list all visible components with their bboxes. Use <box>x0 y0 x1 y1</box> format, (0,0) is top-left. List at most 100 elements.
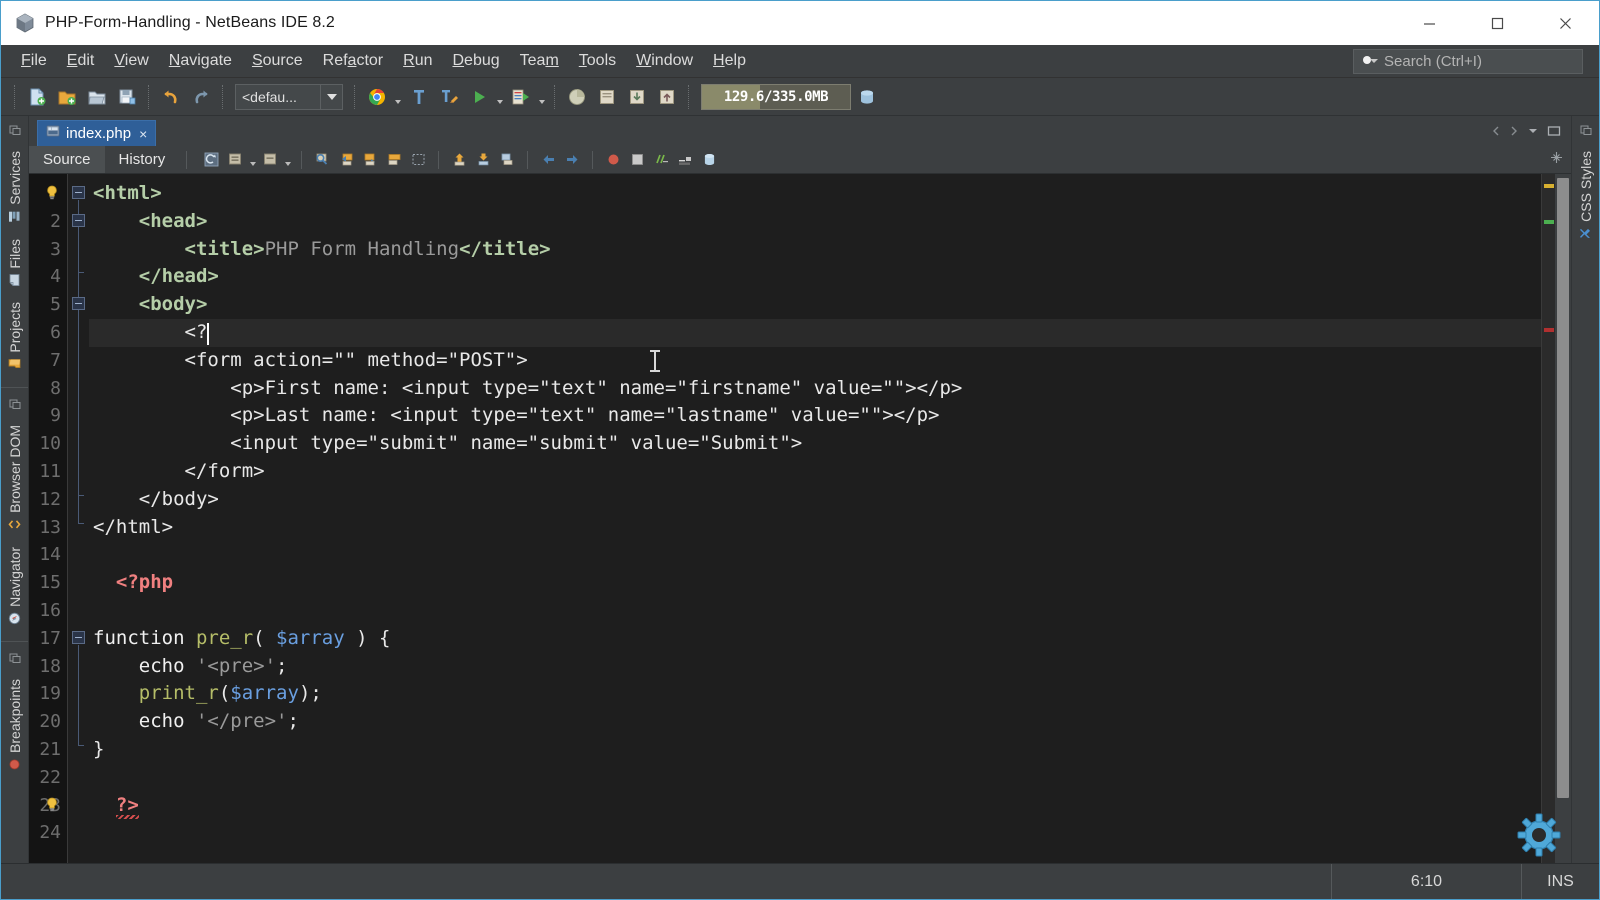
menu-refactor[interactable]: Refactor <box>313 48 393 74</box>
grid-icon[interactable] <box>1550 151 1563 169</box>
toggle-rect-selection-icon[interactable] <box>224 149 246 171</box>
rail-tab-navigator[interactable]: Navigator <box>4 539 26 633</box>
previous-bookmark-icon[interactable] <box>335 149 357 171</box>
code-folding-column[interactable] <box>67 174 89 863</box>
close-button[interactable] <box>1531 1 1599 45</box>
new-project-button[interactable] <box>53 83 81 111</box>
line-number: 16 <box>39 600 61 621</box>
rail-tab-browser-dom[interactable]: Browser DOM <box>4 417 26 539</box>
undo-button[interactable] <box>157 83 185 111</box>
minimize-button[interactable] <box>1395 1 1463 45</box>
toggle-bookmark-icon[interactable] <box>383 149 405 171</box>
back-icon[interactable] <box>537 149 559 171</box>
forward-icon[interactable] <box>561 149 583 171</box>
run-project-button[interactable] <box>363 83 391 111</box>
rail-tab-breakpoints[interactable]: Breakpoints <box>4 671 26 779</box>
code-editor[interactable]: 123456789101112131415161718192021222324 … <box>29 174 1571 863</box>
code-text-area[interactable]: <html> <head> <title>PHP Form Handling</… <box>89 174 1541 863</box>
insert-mode-indicator[interactable]: INS <box>1521 864 1599 899</box>
open-project-button[interactable] <box>83 83 111 111</box>
menu-debug[interactable]: Debug <box>442 48 509 74</box>
search-input[interactable]: Search (Ctrl+I) <box>1353 48 1583 74</box>
fold-toggle-icon[interactable] <box>72 186 85 199</box>
toggle-highlight-icon[interactable] <box>259 149 281 171</box>
annotation-mark[interactable] <box>1544 328 1554 332</box>
editor-vertical-scrollbar[interactable] <box>1555 174 1571 863</box>
annotation-column[interactable] <box>1541 174 1555 863</box>
chevron-down-icon[interactable] <box>1527 124 1539 142</box>
menu-help[interactable]: Help <box>703 48 756 74</box>
toggle-breakpoint-icon[interactable] <box>496 149 518 171</box>
rail-tab-services[interactable]: Services <box>4 143 26 231</box>
menu-source[interactable]: Source <box>242 48 313 74</box>
scrollbar-thumb[interactable] <box>1557 178 1569 798</box>
fold-toggle-icon[interactable] <box>72 630 85 644</box>
rect-selection-caret[interactable] <box>248 149 257 171</box>
debug-project-button[interactable] <box>507 83 535 111</box>
save-all-button[interactable] <box>113 83 141 111</box>
menu-tools[interactable]: Tools <box>569 48 626 74</box>
garbage-collect-button[interactable] <box>853 83 881 111</box>
tab-source[interactable]: Source <box>29 146 105 173</box>
code-line: <input type="submit" name="submit" value… <box>93 430 1541 458</box>
menu-window[interactable]: Window <box>626 48 703 74</box>
db-icon[interactable] <box>698 149 720 171</box>
memory-gauge[interactable]: 129.6/335.0MB <box>701 83 851 110</box>
clean-build-button[interactable] <box>435 83 463 111</box>
team-update-button[interactable] <box>623 83 651 111</box>
annotation-mark[interactable] <box>1544 220 1554 224</box>
minimize-window-icon[interactable] <box>8 397 22 411</box>
find-selection-icon[interactable] <box>311 149 333 171</box>
menu-team[interactable]: Team <box>510 48 569 74</box>
menu-run[interactable]: Run <box>393 48 442 74</box>
next-error-icon[interactable] <box>472 149 494 171</box>
maximize-button[interactable] <box>1463 1 1531 45</box>
fold-toggle-icon[interactable] <box>72 297 85 311</box>
next-bookmark-icon[interactable] <box>359 149 381 171</box>
rail-tab-projects[interactable]: Projects <box>4 294 26 379</box>
rectangle-icon[interactable] <box>626 149 648 171</box>
previous-error-icon[interactable] <box>448 149 470 171</box>
search-icon <box>1362 54 1378 68</box>
rail-tab-css-styles[interactable]: CSS Styles <box>1575 143 1597 248</box>
build-project-button[interactable] <box>405 83 433 111</box>
run-main-caret[interactable] <box>495 83 505 111</box>
team-commit-button[interactable] <box>653 83 681 111</box>
minimize-window-icon[interactable] <box>8 123 22 137</box>
new-file-button[interactable] <box>23 83 51 111</box>
attach-profiler-button[interactable] <box>593 83 621 111</box>
shift-line-left-icon[interactable] <box>407 149 429 171</box>
menu-edit[interactable]: Edit <box>57 48 105 74</box>
menu-navigate[interactable]: Navigate <box>159 48 242 74</box>
rail-tab-files[interactable]: Files <box>4 231 26 295</box>
run-main-button[interactable] <box>465 83 493 111</box>
uncomment-icon[interactable] <box>674 149 696 171</box>
document-tab-index-php[interactable]: index.php × <box>37 120 157 146</box>
run-dropdown-caret[interactable] <box>393 83 403 111</box>
comment-icon[interactable] <box>650 149 672 171</box>
profile-button[interactable] <box>563 83 591 111</box>
tab-history[interactable]: History <box>105 146 180 173</box>
maximize-window-icon[interactable] <box>1547 124 1561 142</box>
annotation-mark[interactable] <box>1544 184 1554 188</box>
close-icon[interactable]: × <box>137 126 149 142</box>
debug-dropdown-caret[interactable] <box>537 83 547 111</box>
cursor-position[interactable]: 6:10 <box>1331 864 1521 899</box>
line-number: 10 <box>39 433 61 455</box>
netbeans-window: PHP-Form-Handling - NetBeans IDE 8.2 Fil… <box>0 0 1600 900</box>
redo-button[interactable] <box>187 83 215 111</box>
minimize-window-icon[interactable] <box>8 651 22 665</box>
fold-toggle-icon[interactable] <box>72 213 85 227</box>
scroll-right-icon[interactable] <box>1509 124 1519 142</box>
project-configuration-combo[interactable]: <defau... <box>235 83 343 110</box>
hint-bulb-icon[interactable] <box>45 185 59 200</box>
highlight-caret[interactable] <box>283 149 292 171</box>
warning-bulb-icon[interactable] <box>45 797 59 812</box>
stop-icon[interactable] <box>602 149 624 171</box>
menu-file[interactable]: File <box>11 48 57 74</box>
minimize-window-icon[interactable] <box>1579 123 1593 137</box>
last-edit-icon[interactable] <box>200 149 222 171</box>
menu-view[interactable]: View <box>104 48 158 74</box>
scroll-left-icon[interactable] <box>1491 124 1501 142</box>
